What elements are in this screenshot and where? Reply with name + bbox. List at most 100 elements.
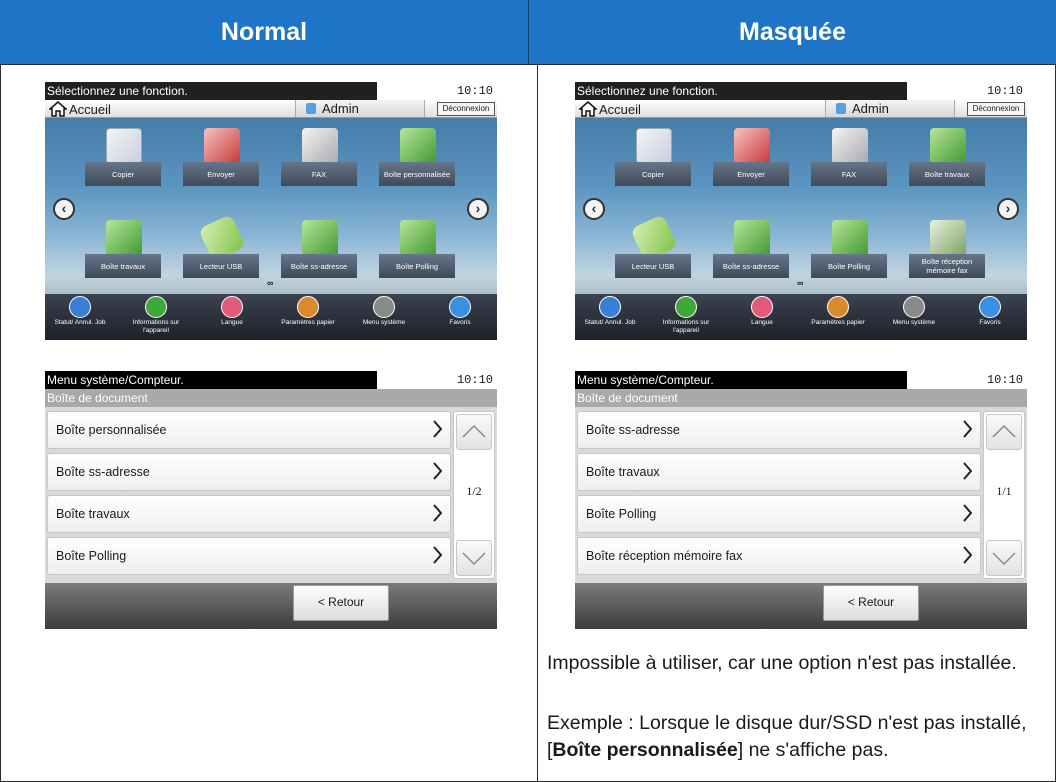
tile-copier[interactable]: Copier — [615, 126, 691, 186]
bottom-language[interactable]: Langue — [197, 294, 267, 340]
status-message: Sélectionnez une fonction. — [45, 82, 377, 100]
subaddress-box-icon — [734, 220, 770, 256]
admin-button[interactable]: Admin — [295, 100, 425, 117]
home-icon[interactable] — [49, 101, 67, 117]
bottom-system-menu[interactable]: Menu système — [879, 294, 949, 340]
chevron-right-icon[interactable]: › — [997, 198, 1019, 220]
tile-job-box[interactable]: Boîte travaux — [85, 218, 161, 278]
normal-menu-screen: Menu système/Compteur. 10:10 Boîte de do… — [45, 371, 497, 629]
tile-custom-box[interactable]: Boîte personnalisée — [379, 126, 455, 186]
paper-settings-icon — [297, 296, 319, 318]
chevron-left-icon[interactable]: ‹ — [53, 198, 75, 220]
chevron-right-icon — [433, 504, 442, 522]
masked-home-screen: Sélectionnez une fonction. 10:10 Accueil… — [575, 82, 1027, 340]
chevron-left-icon[interactable]: ‹ — [583, 198, 605, 220]
chevron-up-icon — [992, 424, 1016, 438]
list-item[interactable]: Boîte Polling — [47, 537, 451, 575]
tile-send[interactable]: Envoyer — [713, 126, 789, 186]
tile-subaddress-box[interactable]: Boîte ss-adresse — [713, 218, 789, 278]
list-item[interactable]: Boîte personnalisée — [47, 411, 451, 449]
note-example-bold: Boîte personnalisée — [552, 739, 738, 761]
bottom-status[interactable]: Statut/ Annul. Job — [45, 294, 115, 340]
pager: 1/2 — [453, 411, 495, 579]
tile-copier[interactable]: Copier — [85, 126, 161, 186]
chevron-right-icon — [433, 546, 442, 564]
lock-icon — [836, 103, 846, 114]
bottom-device-info[interactable]: Informations sur l'appareil — [121, 294, 191, 340]
home-icon[interactable] — [579, 101, 597, 117]
note-unavailable: Impossible à utiliser, car une option n'… — [547, 652, 1017, 674]
chevron-right-icon — [963, 420, 972, 438]
clock: 10:10 — [456, 84, 493, 98]
tile-job-box[interactable]: Boîte travaux — [909, 126, 985, 186]
home-nav-bar: Accueil Admin Déconnexion — [45, 100, 497, 118]
chevron-down-icon — [992, 552, 1016, 566]
tile-subaddress-box[interactable]: Boîte ss-adresse — [281, 218, 357, 278]
fax-memory-box-icon — [930, 220, 966, 256]
back-button[interactable]: < Retour — [293, 585, 389, 621]
device-info-icon — [675, 296, 697, 318]
status-message: Menu système/Compteur. — [45, 371, 377, 389]
home-label[interactable]: Accueil — [599, 102, 641, 117]
copier-icon — [636, 128, 672, 164]
back-button[interactable]: < Retour — [823, 585, 919, 621]
tile-fax[interactable]: FAX — [811, 126, 887, 186]
scroll-up-button[interactable] — [456, 414, 492, 450]
status-bar: Menu système/Compteur. 10:10 — [45, 371, 497, 389]
list-item[interactable]: Boîte réception mémoire fax — [577, 537, 981, 575]
bottom-favorites[interactable]: Favoris — [425, 294, 495, 340]
bottom-status[interactable]: Statut/ Annul. Job — [575, 294, 645, 340]
logout-button[interactable]: Déconnexion — [437, 102, 495, 116]
chevron-right-icon — [963, 462, 972, 480]
scroll-down-button[interactable] — [456, 540, 492, 576]
tile-usb[interactable]: Lecteur USB — [615, 214, 691, 278]
list-item[interactable]: Boîte travaux — [577, 453, 981, 491]
lock-icon — [306, 103, 316, 114]
bottom-system-menu[interactable]: Menu système — [349, 294, 419, 340]
bottom-language[interactable]: Langue — [727, 294, 797, 340]
breadcrumb: Boîte de document — [575, 389, 1027, 407]
status-bar: Sélectionnez une fonction. 10:10 — [45, 82, 497, 100]
logout-button[interactable]: Déconnexion — [967, 102, 1025, 116]
list-item[interactable]: Boîte travaux — [47, 495, 451, 533]
bottom-favorites[interactable]: Favoris — [955, 294, 1025, 340]
scroll-up-button[interactable] — [986, 414, 1022, 450]
chevron-right-icon[interactable]: › — [467, 198, 489, 220]
bottom-bar: Statut/ Annul. Job Informations sur l'ap… — [45, 294, 497, 340]
system-menu-icon — [903, 296, 925, 318]
tile-usb[interactable]: Lecteur USB — [183, 214, 259, 278]
custom-box-icon — [400, 128, 436, 164]
list-item[interactable]: Boîte ss-adresse — [47, 453, 451, 491]
home-label[interactable]: Accueil — [69, 102, 111, 117]
page-number: 1/1 — [996, 484, 1012, 498]
favorites-icon — [449, 296, 471, 318]
list-item[interactable]: Boîte Polling — [577, 495, 981, 533]
job-box-icon — [106, 220, 142, 256]
tile-polling-box[interactable]: Boîte Polling — [811, 218, 887, 278]
status-bar: Menu système/Compteur. 10:10 — [575, 371, 1027, 389]
send-icon — [204, 128, 240, 164]
favorites-icon — [979, 296, 1001, 318]
scroll-down-button[interactable] — [986, 540, 1022, 576]
admin-label: Admin — [852, 101, 889, 116]
tile-send[interactable]: Envoyer — [183, 126, 259, 186]
copier-icon — [106, 128, 142, 164]
system-menu-icon — [373, 296, 395, 318]
tile-polling-box[interactable]: Boîte Polling — [379, 218, 455, 278]
page-number: 1/2 — [466, 484, 482, 498]
table-header: Normal Masquée — [0, 0, 1056, 64]
clock: 10:10 — [986, 84, 1023, 98]
note-example: Exemple : Lorsque le disque dur/SSD n'es… — [547, 712, 1027, 761]
admin-button[interactable]: Admin — [825, 100, 955, 117]
bottom-device-info[interactable]: Informations sur l'appareil — [651, 294, 721, 340]
list-item[interactable]: Boîte ss-adresse — [577, 411, 981, 449]
tile-fax-memory-box[interactable]: Boîte réception mémoire fax — [909, 218, 985, 278]
footer-bar: < Retour — [575, 583, 1027, 629]
page-indicator: ∞ — [797, 278, 804, 288]
device-info-icon — [145, 296, 167, 318]
footer-bar: < Retour — [45, 583, 497, 629]
bottom-paper-settings[interactable]: Paramètres papier — [273, 294, 343, 340]
language-icon — [221, 296, 243, 318]
bottom-paper-settings[interactable]: Paramètres papier — [803, 294, 873, 340]
tile-fax[interactable]: FAX — [281, 126, 357, 186]
